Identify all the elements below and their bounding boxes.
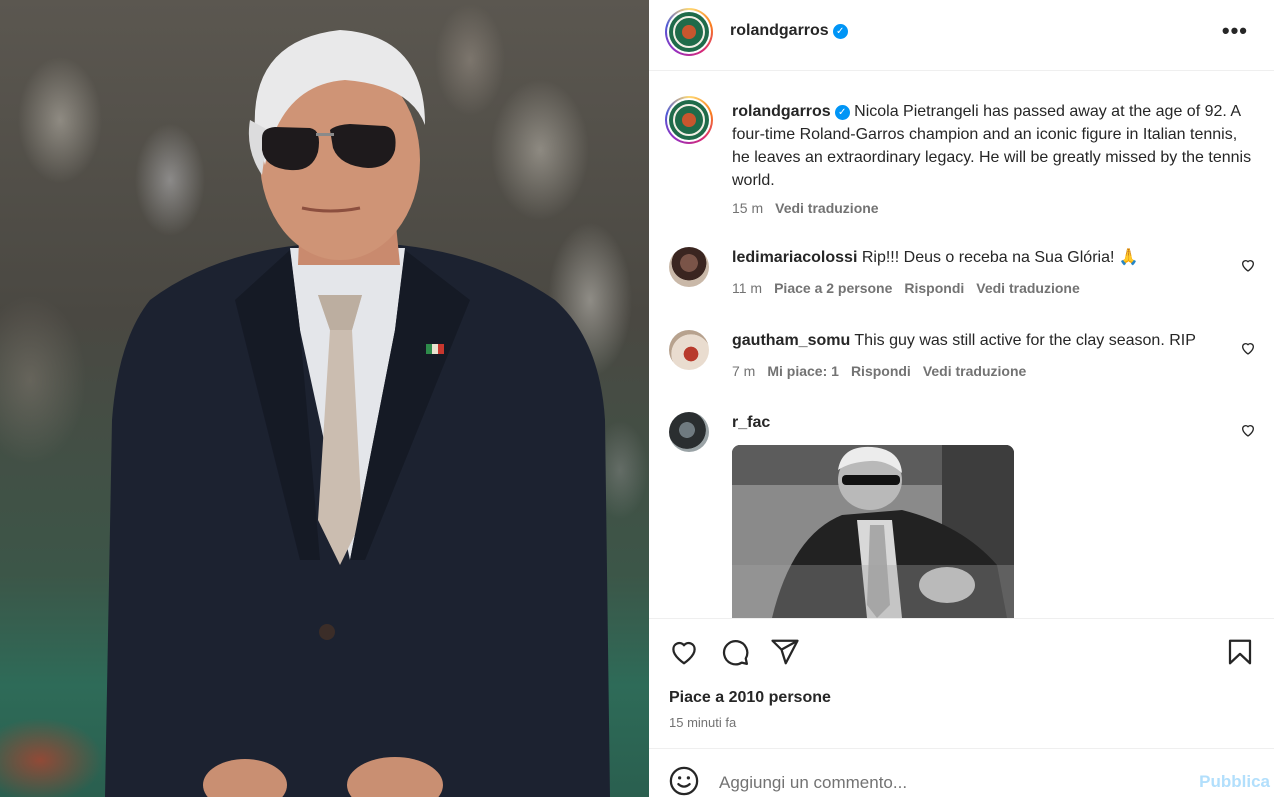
likes-count[interactable]: Piace a 2010 persone	[669, 689, 831, 707]
comment-text: This guy was still active for the clay s…	[854, 332, 1196, 349]
caption-timestamp[interactable]: 15 m	[732, 200, 763, 216]
publish-button[interactable]: Pubblica	[1199, 772, 1270, 792]
comment-like-heart-icon[interactable]	[1240, 340, 1256, 356]
caption-text: rolandgarros ✓ Nicola Pietrangeli has pas…	[732, 100, 1252, 192]
share-icon[interactable]	[770, 637, 800, 667]
more-options-icon[interactable]: •••	[1222, 20, 1248, 42]
add-comment-bar: Pubblica	[649, 748, 1274, 797]
commenter-username[interactable]: r_fac	[732, 414, 770, 431]
post-actions-bar: Piace a 2010 persone 15 minuti fa	[649, 618, 1274, 748]
comment-input[interactable]	[719, 771, 1159, 795]
post-header: rolandgarros ✓ •••	[649, 0, 1274, 71]
comment-likes[interactable]: Mi piace: 1	[767, 363, 839, 379]
man-in-suit-illustration	[105, 30, 610, 797]
comment-like-heart-icon[interactable]	[1240, 257, 1256, 273]
comment-like-heart-icon[interactable]	[1240, 422, 1256, 438]
comment-icon[interactable]	[720, 637, 750, 667]
commenter-avatar[interactable]	[669, 330, 709, 370]
account-avatar[interactable]	[665, 8, 713, 56]
comment-likes[interactable]: Piace a 2 persone	[774, 280, 892, 296]
see-translation-link[interactable]: Vedi traduzione	[976, 280, 1079, 296]
comment-timestamp[interactable]: 7 m	[732, 363, 755, 379]
bw-photo-illustration	[732, 445, 1014, 618]
caption-avatar[interactable]	[665, 96, 713, 144]
roland-garros-logo	[669, 100, 709, 140]
commenter-username[interactable]: gautham_somu	[732, 332, 850, 349]
commenter-avatar[interactable]	[669, 412, 709, 452]
reply-button[interactable]: Rispondi	[904, 280, 964, 296]
see-translation-link[interactable]: Vedi traduzione	[775, 200, 878, 216]
caption-meta: 15 m Vedi traduzione	[732, 200, 891, 216]
commenter-username[interactable]: ledimariacolossi	[732, 249, 857, 266]
verified-badge-icon: ✓	[832, 24, 848, 39]
commenter-avatar[interactable]	[669, 247, 709, 287]
comment-attached-photo[interactable]	[732, 445, 1014, 618]
roland-garros-logo	[669, 12, 709, 52]
post-time-ago[interactable]: 15 minuti fa	[669, 715, 736, 730]
see-translation-link[interactable]: Vedi traduzione	[923, 363, 1026, 379]
comment-meta: 11 m Piace a 2 persone Rispondi Vedi traduz…	[732, 280, 1092, 296]
reply-button[interactable]: Rispondi	[851, 363, 911, 379]
account-username[interactable]: rolandgarros	[730, 22, 829, 39]
emoji-icon[interactable]	[669, 766, 699, 796]
post-detail-panel: rolandgarros ✓ ••• rolandgarros ✓ Nicola P…	[649, 0, 1274, 797]
bookmark-icon[interactable]	[1225, 637, 1255, 667]
comment-timestamp[interactable]: 11 m	[732, 280, 762, 296]
caption-username[interactable]: rolandgarros	[732, 103, 831, 120]
post-photo[interactable]	[0, 0, 649, 797]
heart-icon[interactable]	[669, 637, 699, 667]
comment-meta: 7 m Mi piace: 1 Rispondi Vedi traduzione	[732, 363, 1038, 379]
comment-text: Rip!!! Deus o receba na Sua Glória! 🙏	[861, 249, 1139, 266]
verified-badge-icon: ✓	[834, 105, 850, 120]
